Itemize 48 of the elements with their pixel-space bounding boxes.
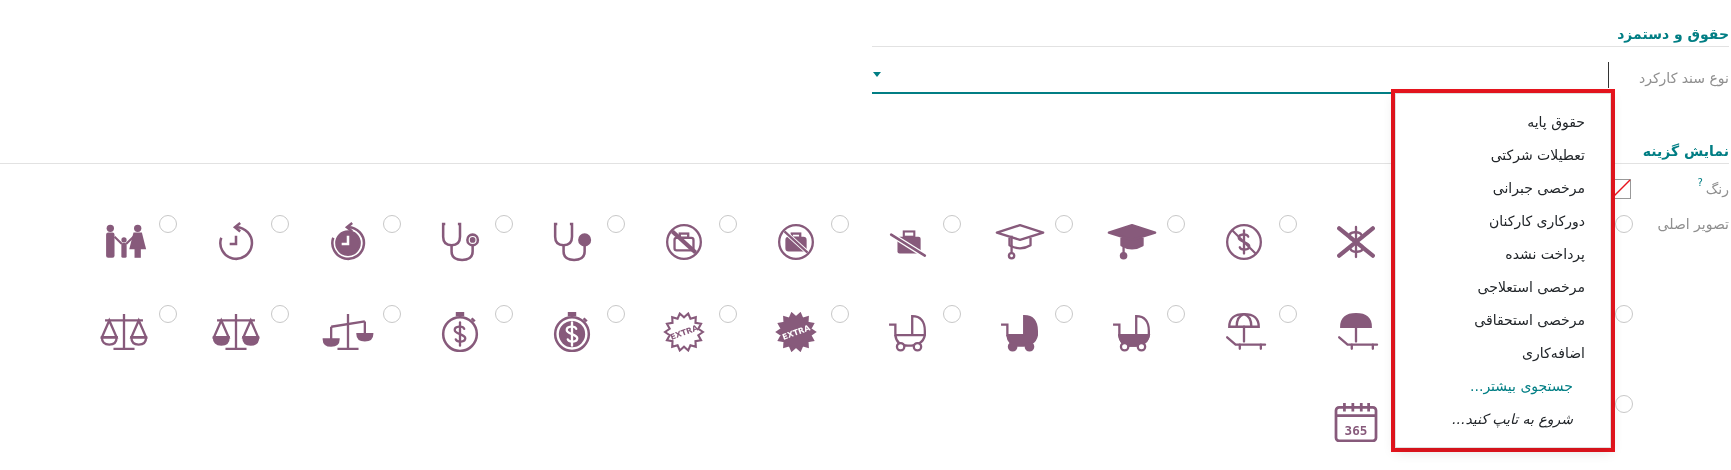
radio-button[interactable]: [719, 215, 737, 233]
radio-button[interactable]: [1615, 215, 1633, 233]
radio-button[interactable]: [1615, 395, 1633, 413]
menu-item[interactable]: مرخصی استعلاجی: [1404, 275, 1585, 308]
scales-icon: [210, 312, 262, 352]
caret-icon: [873, 71, 881, 77]
radio-button[interactable]: [607, 305, 625, 323]
radio-button[interactable]: [1615, 305, 1633, 323]
radio-button[interactable]: [495, 305, 513, 323]
radio-button[interactable]: [1167, 305, 1185, 323]
radio-button[interactable]: [719, 305, 737, 323]
radio-button[interactable]: [1055, 215, 1073, 233]
menu-item[interactable]: دورکاری کارکنان: [1404, 209, 1585, 242]
typing-hint: شروع به تایپ کنید...: [1451, 410, 1573, 430]
radio-button[interactable]: [383, 215, 401, 233]
help-mark[interactable]: ?: [1697, 177, 1703, 188]
radio-button[interactable]: [159, 305, 177, 323]
radio-button[interactable]: [831, 215, 849, 233]
search-more-link[interactable]: جستجوی بیشتر...: [1404, 374, 1573, 407]
radio-button[interactable]: [943, 215, 961, 233]
radio-button[interactable]: [943, 305, 961, 323]
radio-button[interactable]: [271, 305, 289, 323]
menu-item[interactable]: اضافه‌کاری: [1404, 341, 1585, 374]
radio-button[interactable]: [1279, 215, 1297, 233]
menu-item[interactable]: حقوق پایه: [1404, 110, 1585, 143]
scales-icon: [98, 312, 150, 352]
section-title: نمایش گزینه: [1642, 142, 1729, 162]
scales-icon: [322, 312, 374, 352]
field-label: نوع سند کارکرد: [1638, 69, 1729, 89]
radio-button[interactable]: [495, 215, 513, 233]
field-label: رنگ: [1705, 180, 1729, 200]
radio-button[interactable]: [383, 305, 401, 323]
radio-button[interactable]: [271, 215, 289, 233]
menu-item[interactable]: مرخصی جبرانی: [1404, 176, 1585, 209]
menu-item[interactable]: مرخصی استحقاقی: [1404, 308, 1585, 341]
radio-button[interactable]: [1055, 305, 1073, 323]
graduation-cap-icon: [994, 222, 1046, 262]
text-cursor-icon: [1608, 62, 1609, 88]
menu-item[interactable]: تعطیلات شرکتی: [1404, 143, 1585, 176]
radio-button[interactable]: [1279, 305, 1297, 323]
graduation-cap-icon: [1106, 222, 1158, 262]
radio-button[interactable]: [1167, 215, 1185, 233]
radio-button[interactable]: [831, 305, 849, 323]
section-title: حقوق و دستمزد: [1617, 25, 1729, 45]
field-label: تصویر اصلی: [1656, 215, 1729, 235]
radio-button[interactable]: [159, 215, 177, 233]
menu-item[interactable]: پرداخت نشده: [1404, 242, 1585, 275]
radio-button[interactable]: [607, 215, 625, 233]
